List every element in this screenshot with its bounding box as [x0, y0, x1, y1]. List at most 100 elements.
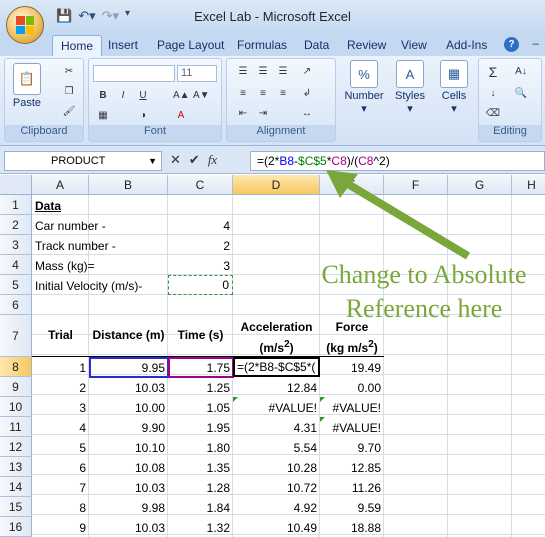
copy-icon[interactable]: ❐ — [61, 85, 77, 99]
row-header-13[interactable]: 13 — [0, 457, 32, 477]
cell-c5[interactable]: 0 — [168, 275, 233, 295]
cell-force[interactable]: 19.49 — [320, 357, 384, 377]
cell-accel[interactable]: 10.49 — [233, 517, 320, 537]
cell-distance[interactable]: 10.03 — [89, 377, 168, 397]
cancel-icon[interactable]: ✕ — [170, 152, 181, 168]
cell-distance[interactable]: 10.03 — [89, 477, 168, 497]
row-header-15[interactable]: 15 — [0, 497, 32, 517]
increase-indent-icon[interactable]: ⇥ — [255, 107, 271, 121]
column-header-b[interactable]: B — [89, 175, 168, 195]
cell-c3[interactable]: 2 — [168, 235, 233, 255]
cell-time[interactable]: 1.32 — [168, 517, 233, 537]
cell-trial[interactable]: 4 — [32, 417, 89, 437]
tab-page-layout[interactable]: Page Layout — [157, 38, 224, 52]
cell-time[interactable]: 1.35 — [168, 457, 233, 477]
row-header-12[interactable]: 12 — [0, 437, 32, 457]
find-select-icon[interactable]: 🔍 — [513, 87, 529, 101]
grow-font-icon[interactable]: A▲ — [173, 89, 190, 103]
cell-distance[interactable]: 10.10 — [89, 437, 168, 457]
help-icon[interactable]: ? — [504, 37, 519, 52]
row-header-4[interactable]: 4 — [0, 255, 32, 275]
row-header-14[interactable]: 14 — [0, 477, 32, 497]
error-indicator-icon[interactable] — [233, 397, 238, 402]
row-header-2[interactable]: 2 — [0, 215, 32, 235]
align-right-icon[interactable]: ≡ — [275, 87, 291, 101]
number-button[interactable]: % Number ▾ — [340, 60, 388, 115]
cell-d8-editing[interactable]: =(2*B8-$C$5*( — [233, 357, 320, 377]
tab-review[interactable]: Review — [347, 38, 386, 52]
select-all-corner[interactable] — [0, 175, 32, 195]
cell-trial[interactable]: 5 — [32, 437, 89, 457]
tab-formulas[interactable]: Formulas — [237, 38, 287, 52]
enter-check-icon[interactable]: ✔ — [189, 152, 200, 168]
row-header-10[interactable]: 10 — [0, 397, 32, 417]
cell-force[interactable]: 0.00 — [320, 377, 384, 397]
cell-time[interactable]: 1.80 — [168, 437, 233, 457]
cell-a1[interactable]: Data — [32, 195, 152, 215]
cell-distance[interactable]: 9.98 — [89, 497, 168, 517]
tab-home[interactable]: Home — [52, 35, 103, 57]
font-size-dropdown[interactable]: 11 — [177, 65, 217, 82]
header-time[interactable]: Time (s) — [168, 315, 233, 357]
wrap-text-icon[interactable]: ↲ — [299, 87, 315, 101]
font-color-icon[interactable]: A — [173, 109, 189, 123]
cells-button[interactable]: ▦ Cells ▾ — [434, 60, 474, 115]
cell-trial[interactable]: 7 — [32, 477, 89, 497]
cell-distance[interactable]: 10.00 — [89, 397, 168, 417]
cell-force[interactable]: 12.85 — [320, 457, 384, 477]
cell-a3[interactable]: Track number - — [32, 235, 162, 255]
merge-center-icon[interactable]: ↔ — [299, 107, 315, 121]
office-button[interactable] — [6, 6, 44, 44]
ribbon-close-icon[interactable]: – — [532, 36, 539, 50]
cell-force[interactable]: 9.70 — [320, 437, 384, 457]
tab-insert[interactable]: Insert — [108, 38, 138, 52]
borders-icon[interactable]: ▦ — [95, 109, 111, 123]
chevron-down-icon[interactable]: ▼ — [148, 152, 157, 170]
decrease-indent-icon[interactable]: ⇤ — [235, 107, 251, 121]
cell-accel[interactable]: 4.92 — [233, 497, 320, 517]
row-header-6[interactable]: 6 — [0, 295, 32, 315]
cell-trial[interactable]: 1 — [32, 357, 89, 377]
row-header-8[interactable]: 8 — [0, 357, 32, 377]
paste-button[interactable]: 📋 Paste — [9, 63, 45, 109]
tab-view[interactable]: View — [401, 38, 427, 52]
cell-time[interactable]: 1.05 — [168, 397, 233, 417]
tab-data[interactable]: Data — [304, 38, 329, 52]
row-header-7[interactable]: 7 — [0, 315, 32, 357]
italic-icon[interactable]: I — [115, 89, 131, 103]
row-header-3[interactable]: 3 — [0, 235, 32, 255]
error-indicator-icon[interactable] — [320, 397, 325, 402]
cell-c4[interactable]: 3 — [168, 255, 233, 275]
cell-c2[interactable]: 4 — [168, 215, 233, 235]
cell-a2[interactable]: Car number - — [32, 215, 162, 235]
cell-time[interactable]: 1.75 — [168, 357, 233, 377]
align-bottom-icon[interactable]: ☰ — [275, 65, 291, 79]
cell-accel[interactable]: 5.54 — [233, 437, 320, 457]
cell-force[interactable]: 9.59 — [320, 497, 384, 517]
clear-icon[interactable]: ⌫ — [485, 107, 501, 121]
cell-distance[interactable]: 9.95 — [89, 357, 168, 377]
row-header-5[interactable]: 5 — [0, 275, 32, 295]
cell-accel[interactable]: 10.72 — [233, 477, 320, 497]
cell-force[interactable]: 18.88 — [320, 517, 384, 537]
fill-icon[interactable]: ↓ — [485, 87, 501, 101]
cell-accel[interactable]: #VALUE! — [233, 397, 320, 417]
align-top-icon[interactable]: ☰ — [235, 65, 251, 79]
header-trial[interactable]: Trial — [32, 315, 89, 357]
align-middle-icon[interactable]: ☰ — [255, 65, 271, 79]
column-header-d[interactable]: D — [233, 175, 320, 195]
column-header-h[interactable]: H — [512, 175, 545, 195]
cell-time[interactable]: 1.84 — [168, 497, 233, 517]
cell-accel[interactable]: 12.84 — [233, 377, 320, 397]
row-header-9[interactable]: 9 — [0, 377, 32, 397]
styles-button[interactable]: A Styles ▾ — [390, 60, 430, 115]
row-header-1[interactable]: 1 — [0, 195, 32, 215]
cell-time[interactable]: 1.95 — [168, 417, 233, 437]
cell-distance[interactable]: 10.08 — [89, 457, 168, 477]
cell-distance[interactable]: 10.03 — [89, 517, 168, 537]
error-indicator-icon[interactable] — [320, 417, 325, 422]
cut-icon[interactable]: ✂ — [61, 65, 77, 79]
bold-icon[interactable]: B — [95, 89, 111, 103]
tab-add-ins[interactable]: Add-Ins — [446, 38, 487, 52]
format-painter-icon[interactable]: 🖌 — [61, 105, 77, 119]
